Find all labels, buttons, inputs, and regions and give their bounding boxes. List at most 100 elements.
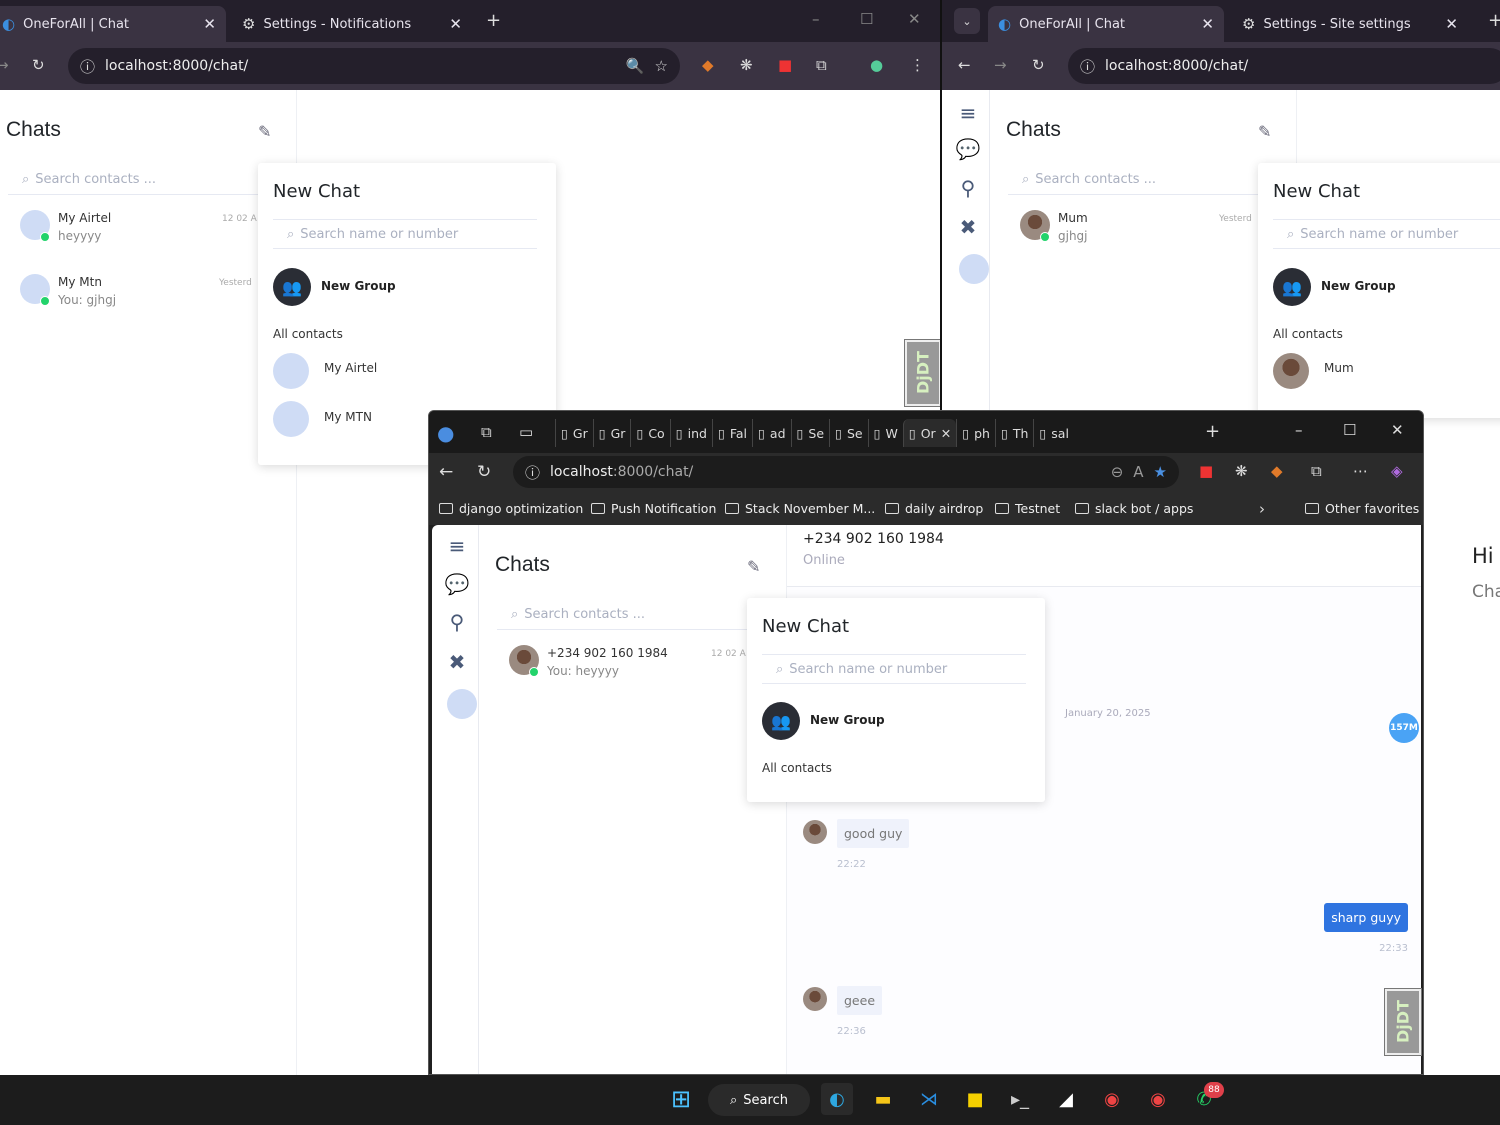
copilot-icon[interactable]: ◈ — [1391, 462, 1403, 480]
django-debug-toolbar-handle[interactable]: DjDT — [1384, 988, 1422, 1056]
new-tab-icon[interactable]: + — [1205, 421, 1220, 442]
new-group-button[interactable]: New Group — [1321, 279, 1396, 293]
workspaces-icon[interactable]: ⧉ — [481, 423, 492, 441]
search-name-input[interactable]: ⌕ Search name or number — [762, 654, 1026, 684]
tab-settings[interactable]: ⚙ Settings - Site settings ✕ — [1232, 6, 1468, 42]
tab[interactable]: ▯ Gr — [592, 419, 631, 447]
close-tab-icon[interactable]: ✕ — [1445, 15, 1458, 33]
tab[interactable]: ▯ Fal — [711, 419, 752, 447]
minimize-icon[interactable]: – — [812, 10, 820, 28]
other-favorites[interactable]: Other favorites — [1305, 501, 1419, 516]
more-icon[interactable]: ⋯ — [1353, 462, 1368, 480]
file-explorer-icon[interactable]: ▬ — [867, 1083, 899, 1115]
favorite-star-icon[interactable]: ★ — [1154, 463, 1167, 481]
chat-bubble-icon[interactable]: 💬 — [442, 569, 472, 599]
chat-list-item[interactable]: +234 902 160 1984 You: heyyyy 12 02 A — [509, 645, 749, 685]
tab[interactable]: ▯ ind — [669, 419, 712, 447]
close-window-icon[interactable]: ✕ — [1391, 421, 1404, 439]
search-contacts-input[interactable]: ⌕ Search contacts ... — [497, 600, 747, 630]
search-contacts-input[interactable]: ⌕ Search contacts ... — [1008, 165, 1258, 195]
more-bookmarks-chevron-icon[interactable]: › — [1259, 500, 1265, 518]
bookmark-folder[interactable]: Stack November M... — [725, 501, 875, 516]
bookmark-folder[interactable]: Testnet — [995, 501, 1060, 516]
tab-chat[interactable]: ◐ OneForAll | Chat ✕ — [0, 6, 226, 42]
tab[interactable]: ▯ Gr — [555, 419, 593, 447]
edge-icon[interactable]: ◐ — [821, 1083, 853, 1115]
close-tab-icon[interactable]: ✕ — [941, 426, 951, 441]
app-icon[interactable]: ◢ — [1050, 1083, 1082, 1115]
minimize-icon[interactable]: – — [1295, 421, 1303, 439]
tab-settings[interactable]: ⚙ Settings - Notifications ✕ — [232, 6, 472, 42]
tab[interactable]: ▯ Co — [630, 419, 669, 447]
lightbulb-icon[interactable]: ⚲ — [953, 173, 983, 203]
maximize-icon[interactable]: ☐ — [1343, 421, 1356, 439]
bookmark-folder[interactable]: slack bot / apps — [1075, 501, 1193, 516]
url-input[interactable]: ⓘ localhost:8000/chat/ ⊖ A ★ — [513, 456, 1179, 488]
metamask-icon[interactable]: ◆ — [1271, 462, 1283, 480]
terminal-icon[interactable]: ▸_ — [1004, 1083, 1036, 1115]
back-icon[interactable]: ← — [439, 462, 453, 482]
new-tab-icon[interactable]: + — [1488, 10, 1500, 31]
metamask-icon[interactable]: ◆ — [702, 56, 714, 74]
close-tab-icon[interactable]: ✕ — [449, 15, 462, 33]
forward-icon[interactable]: → — [0, 56, 9, 74]
chat-list-item[interactable]: My Airtel heyyyy 12 02 A — [20, 210, 260, 250]
close-tab-icon[interactable]: ✕ — [203, 15, 216, 33]
tab[interactable]: ▯ ad — [752, 419, 791, 447]
search-name-input[interactable]: ⌕ Search name or number — [1273, 219, 1500, 249]
sticky-notes-icon[interactable]: ■ — [959, 1083, 991, 1115]
bookmark-folder[interactable]: Push Notification — [591, 501, 716, 516]
tab[interactable]: ▯ Se — [790, 419, 830, 447]
bookmark-folder[interactable]: daily airdrop — [885, 501, 983, 516]
chat-list-item[interactable]: Mum gjhgj Yesterd — [1020, 210, 1260, 250]
pocket-icon[interactable]: ■ — [1199, 462, 1213, 480]
search-name-input[interactable]: ⌕ Search name or number — [273, 219, 537, 249]
new-group-button[interactable]: New Group — [321, 279, 396, 293]
zoom-icon[interactable]: 🔍 — [626, 57, 645, 75]
edit-icon[interactable]: ✎ — [1258, 122, 1271, 141]
close-tab-icon[interactable]: ✕ — [1201, 15, 1214, 33]
reload-icon[interactable]: ↻ — [32, 56, 45, 74]
reload-icon[interactable]: ↻ — [477, 462, 491, 482]
profile-icon[interactable]: ● — [437, 421, 454, 445]
lightbulb-icon[interactable]: ⚲ — [442, 607, 472, 637]
chat-bubble-icon[interactable]: 💬 — [953, 134, 983, 164]
reload-icon[interactable]: ↻ — [1032, 56, 1045, 74]
group-icon[interactable]: 👥 — [762, 702, 800, 740]
edit-icon[interactable]: ✎ — [258, 122, 271, 141]
puzzle-icon[interactable]: ⧉ — [1311, 462, 1322, 480]
tab[interactable]: ▯ Or ✕ — [902, 419, 957, 447]
tools-icon[interactable]: ✖ — [953, 212, 983, 242]
new-tab-icon[interactable]: + — [486, 10, 501, 31]
chrome-profile-icon[interactable]: ◉ — [1142, 1083, 1174, 1115]
tab-actions-icon[interactable]: ▭ — [519, 423, 533, 441]
menu-icon[interactable]: ⋮ — [910, 56, 925, 74]
taskbar-search[interactable]: ⌕ Search — [708, 1084, 810, 1116]
star-icon[interactable]: ☆ — [655, 57, 668, 75]
menu-icon[interactable]: ≡ — [953, 98, 983, 128]
contact-item[interactable]: My Airtel — [324, 361, 377, 375]
tools-icon[interactable]: ✖ — [442, 647, 472, 677]
edit-icon[interactable]: ✎ — [747, 557, 760, 576]
new-group-button[interactable]: New Group — [810, 713, 885, 727]
tab-chat[interactable]: ◐ OneForAll | Chat ✕ — [988, 6, 1224, 42]
url-input[interactable]: ⓘ localhost:8000/chat/ 🔍 ☆ — [68, 48, 680, 84]
windows-start-icon[interactable]: ⊞ — [665, 1083, 697, 1115]
extension-icon[interactable]: ❋ — [1235, 462, 1248, 480]
menu-icon[interactable]: ≡ — [442, 531, 472, 561]
forward-icon[interactable]: → — [994, 56, 1007, 74]
chat-list-item[interactable]: My Mtn You: gjhgj Yesterd — [20, 274, 260, 314]
tab[interactable]: ▯ ph — [956, 419, 995, 447]
extension-icon[interactable]: ❋ — [740, 56, 753, 74]
profile-avatar[interactable] — [447, 689, 477, 719]
group-icon[interactable]: 👥 — [1273, 268, 1311, 306]
puzzle-icon[interactable]: ⧉ — [816, 56, 827, 74]
read-aloud-icon[interactable]: A — [1133, 463, 1143, 481]
tab[interactable]: ▯ Se — [829, 419, 868, 447]
contact-item[interactable]: Mum — [1324, 361, 1354, 375]
pocket-icon[interactable]: ■ — [778, 56, 792, 74]
search-contacts-input[interactable]: ⌕ Search contacts ... — [8, 165, 258, 195]
back-icon[interactable]: ← — [958, 56, 971, 74]
chrome-icon[interactable]: ◉ — [1096, 1083, 1128, 1115]
url-input[interactable]: ⓘ localhost:8000/chat/ — [1068, 48, 1500, 84]
